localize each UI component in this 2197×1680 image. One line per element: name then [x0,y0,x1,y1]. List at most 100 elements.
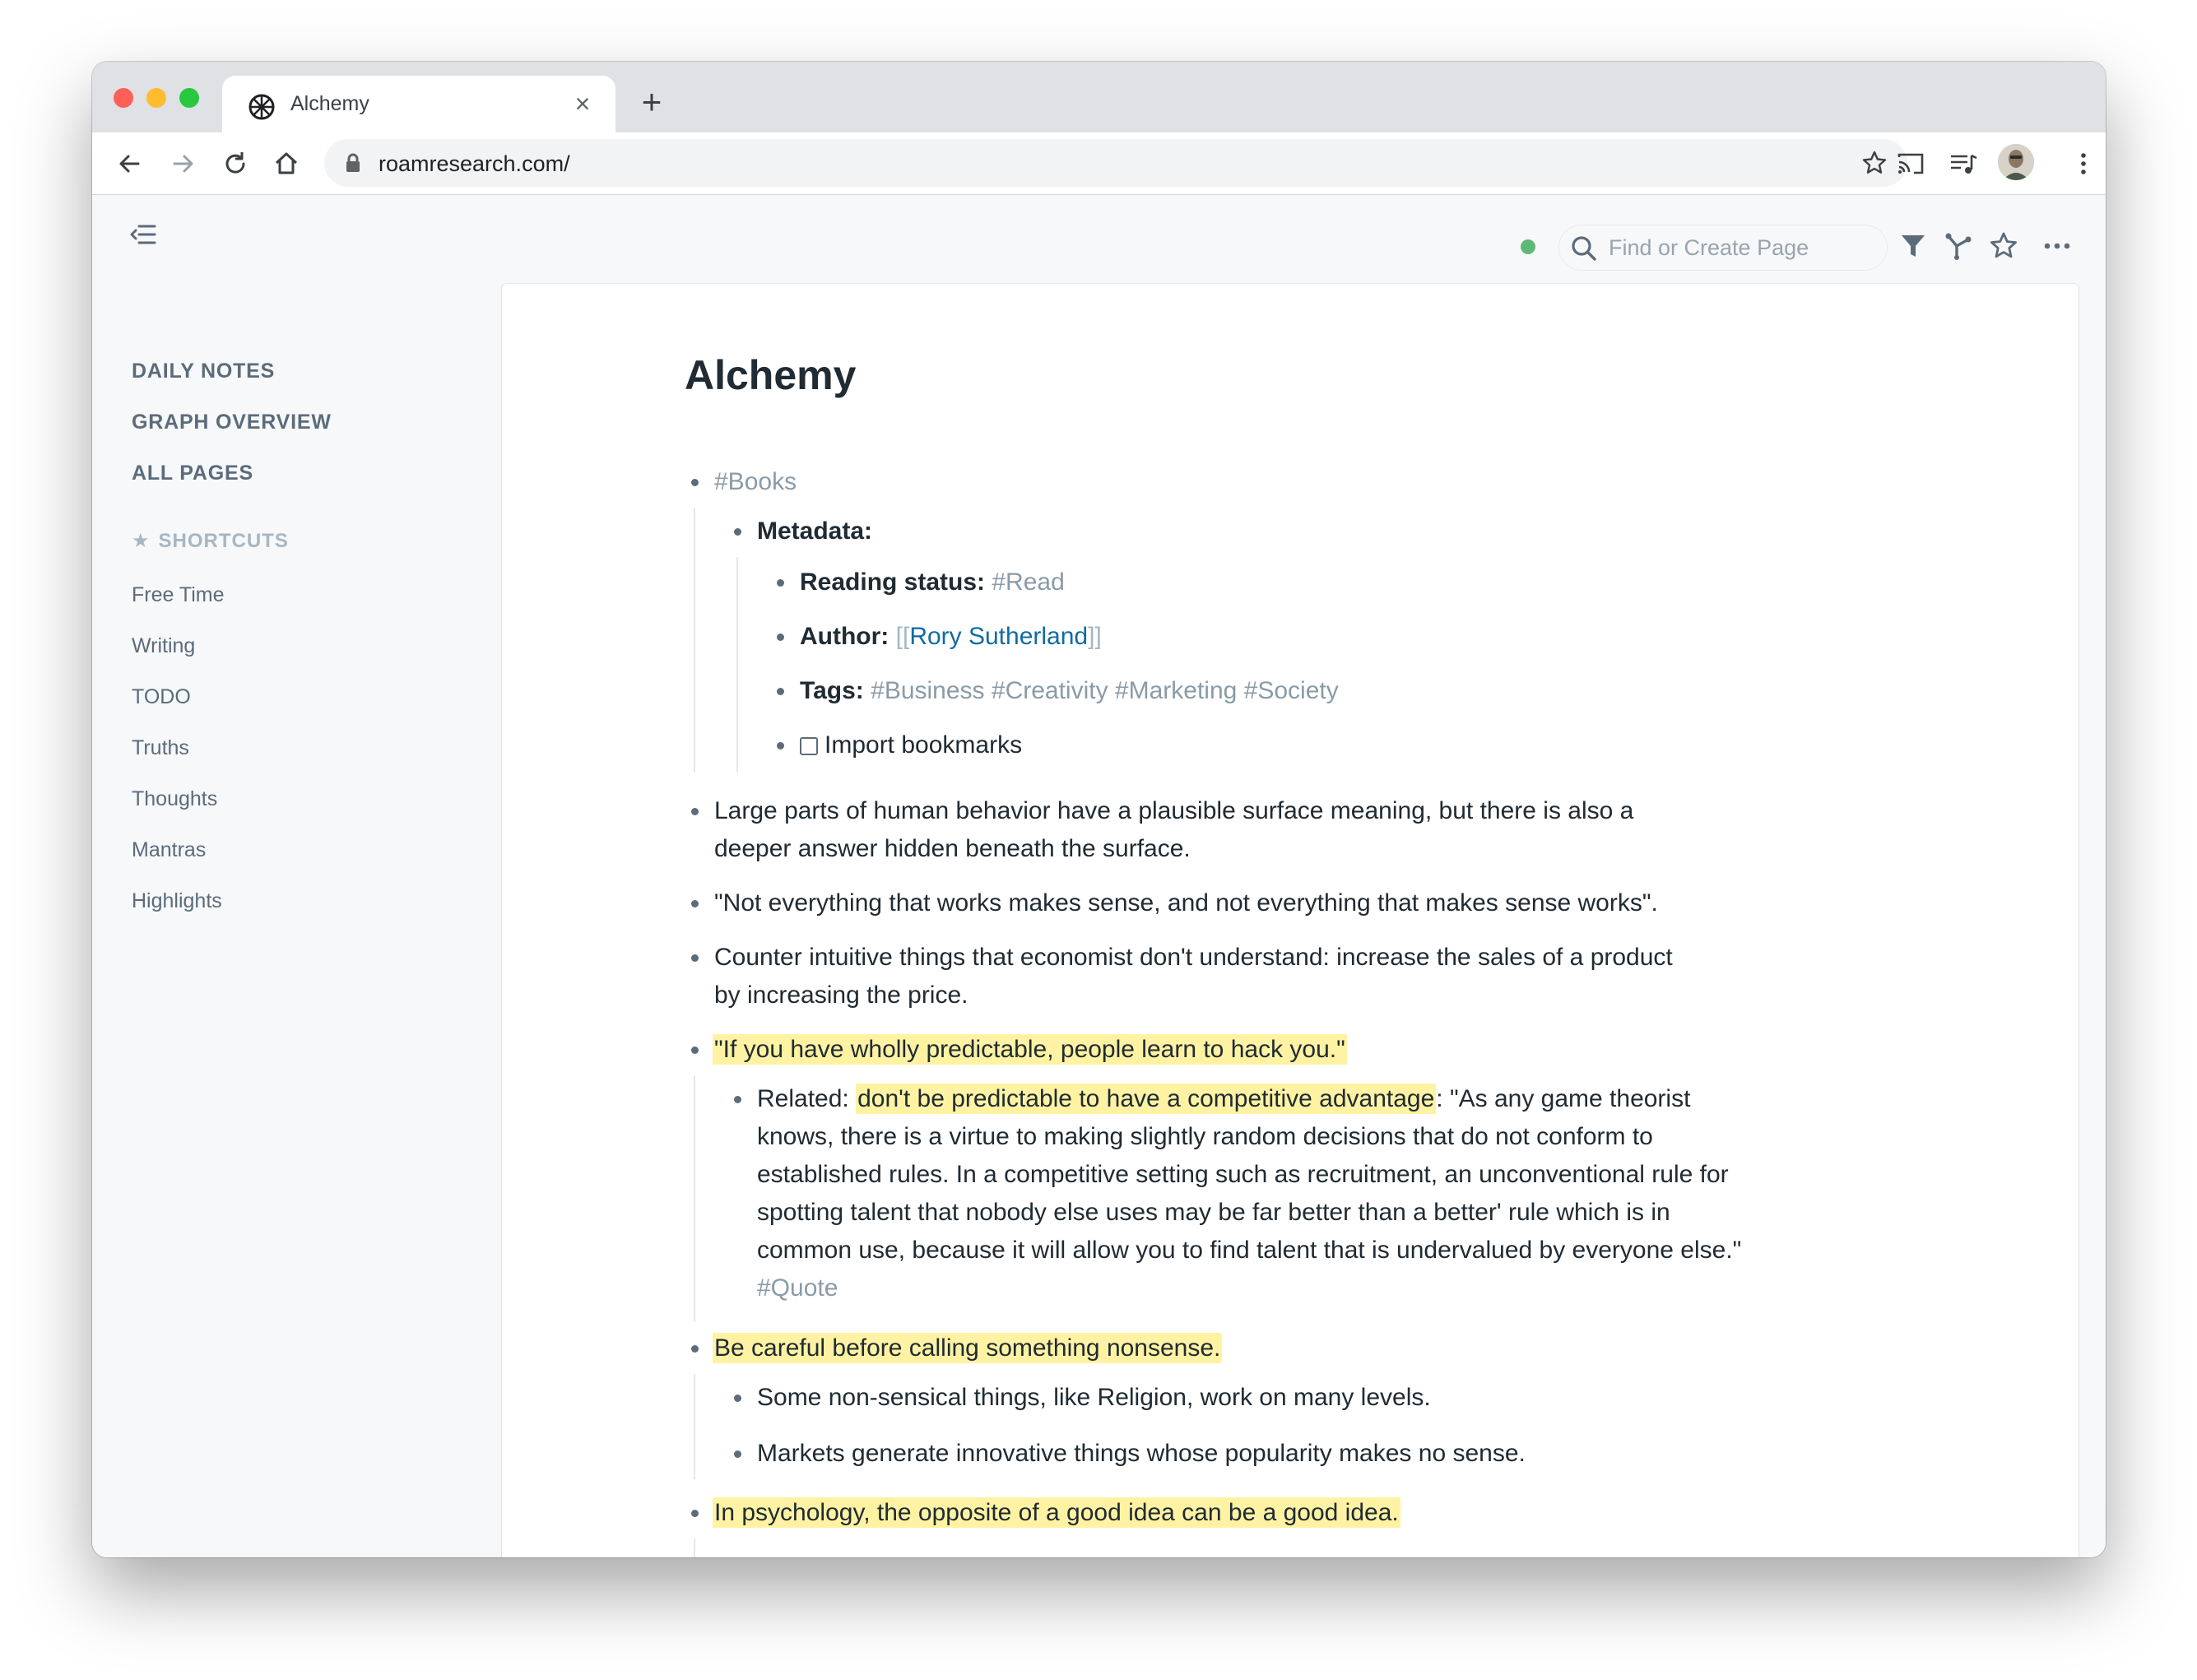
block-author[interactable]: Author: [[Rory Sutherland]] [800,618,1102,656]
roam-favicon-icon [248,94,275,120]
tag-quote[interactable]: #Quote [757,1269,1827,1307]
block-reading-status[interactable]: Reading status: #Read [800,564,1065,601]
nav-graph-overview[interactable]: GRAPH OVERVIEW [132,411,332,434]
children-guide-line [694,508,695,773]
block-text-line: by increasing the price. [714,982,968,1009]
block-todo[interactable]: Import bookmarks [800,726,1022,764]
reload-icon[interactable] [219,147,252,180]
children-guide-line [694,1374,695,1479]
block-bullet[interactable] [691,808,699,815]
block-bullet[interactable] [734,1395,741,1402]
block-not-everything[interactable]: "Not everything that works makes sense, … [714,884,1658,922]
tags-label: Tags: [800,677,864,704]
media-controls-icon[interactable] [1947,147,1980,180]
browser-menu-icon[interactable] [2067,147,2100,180]
block-text-line: Counter intuitive things that economist … [714,944,1673,971]
todo-text: Import bookmarks [824,731,1023,759]
block-bullet[interactable] [777,688,784,695]
cast-icon[interactable] [1894,147,1927,180]
block-text: "Not everything that works makes sense, … [714,889,1658,917]
star-icon: ★ [132,530,151,552]
block-books[interactable]: #Books [714,463,797,501]
block-bullet[interactable] [691,954,699,962]
block-counter-intuitive[interactable]: Counter intuitive things that economist … [714,939,1673,1014]
block-text-line: common use, because it will allow you to… [757,1237,1742,1264]
tag-list[interactable]: #Business #Creativity #Marketing #Societ… [871,677,1339,704]
shortcuts-header: ★ SHORTCUTS [132,529,289,553]
block-bullet[interactable] [777,579,784,587]
shortcut-mantras[interactable]: Mantras [132,838,206,862]
lock-icon [346,153,360,172]
new-tab-icon[interactable]: + [635,85,668,119]
tab-alchemy[interactable]: Alchemy × [222,76,615,132]
shortcut-highlights[interactable]: Highlights [132,889,222,913]
block-bullet[interactable] [777,742,784,750]
related-prefix: Related: [757,1085,857,1112]
reading-status-label: Reading status: [800,569,986,596]
block-tags[interactable]: Tags: #Business #Creativity #Marketing #… [800,672,1339,710]
link-open-bracket: [[ [895,623,910,650]
shortcut-free-time[interactable]: Free Time [132,583,225,607]
block-non-sensical[interactable]: Some non-sensical things, like Religion,… [757,1379,1431,1417]
back-icon[interactable] [114,147,146,180]
page-link-rory-sutherland[interactable]: Rory Sutherland [909,623,1088,650]
highlighted-text: Be careful before calling something nons… [713,1333,1223,1363]
forward-icon[interactable] [166,147,199,180]
close-window-button[interactable] [114,88,133,108]
tag-read[interactable]: #Read [992,569,1064,596]
graph-icon[interactable] [1944,231,1973,261]
block-text: Some non-sensical things, like Religion,… [757,1384,1431,1411]
close-tab-icon[interactable]: × [568,89,597,118]
block-be-careful[interactable]: Be careful before calling something nons… [713,1330,1223,1367]
children-guide-line [736,557,738,773]
maximize-window-button[interactable] [179,88,199,108]
block-large-parts[interactable]: Large parts of human behavior have a pla… [714,792,1633,868]
block-text-line: established rules. In a competitive sett… [757,1161,1729,1188]
shortcut-writing[interactable]: Writing [132,634,195,658]
address-bar[interactable]: roamresearch.com/ [324,139,1907,187]
block-bullet[interactable] [734,1450,741,1458]
block-bullet[interactable] [734,528,741,536]
block-bullet[interactable] [691,1510,699,1517]
block-bullet[interactable] [691,479,699,486]
nav-all-pages[interactable]: ALL PAGES [132,462,253,485]
todo-checkbox[interactable] [800,737,818,755]
block-text-line: Large parts of human behavior have a pla… [714,797,1634,824]
shortcut-truths[interactable]: Truths [132,736,189,760]
block-text-line: spotting talent that nobody else uses ma… [757,1199,1670,1226]
shortcut-thoughts[interactable]: Thoughts [132,787,217,811]
block-predictable[interactable]: "If you have wholly predictable, people … [713,1031,1347,1069]
block-bullet[interactable] [691,900,699,907]
sidebar-toggle-icon[interactable] [128,220,158,249]
shortcut-todo[interactable]: TODO [132,685,191,709]
page-title[interactable]: Alchemy [685,351,856,399]
block-bullet[interactable] [777,633,784,641]
block-text-line: Related: don't be predictable to have a … [757,1080,1827,1118]
author-label: Author: [800,623,889,650]
block-metadata[interactable]: Metadata: [757,513,872,550]
block-bullet[interactable] [734,1096,741,1103]
block-psychology[interactable]: In psychology, the opposite of a good id… [713,1494,1400,1532]
nav-daily-notes[interactable]: DAILY NOTES [132,360,275,383]
search-input[interactable] [1609,235,1872,261]
children-guide-line [694,1538,695,1557]
search-icon [1572,236,1596,261]
block-text-line: knows, there is a virtue to making sligh… [757,1123,1653,1150]
children-guide-line [694,1075,695,1322]
bookmark-star-icon[interactable] [1861,150,1888,176]
block-bullet[interactable] [691,1345,699,1353]
tag-books[interactable]: #Books [714,468,797,495]
main-page: Alchemy #Books Metadata: Reading status:… [502,284,2079,1557]
search-box[interactable] [1558,225,1888,271]
more-options-icon[interactable] [2042,231,2072,261]
home-icon[interactable] [270,147,303,180]
block-markets[interactable]: Markets generate innovative things whose… [757,1435,1526,1473]
filter-icon[interactable] [1898,231,1928,261]
sync-status-indicator [1521,239,1535,254]
favorite-star-icon[interactable] [1989,231,2018,261]
url-text: roamresearch.com/ [379,151,570,176]
minimize-window-button[interactable] [146,88,166,108]
profile-avatar[interactable] [1998,144,2034,180]
block-bullet[interactable] [691,1047,699,1054]
block-related[interactable]: Related: don't be predictable to have a … [757,1080,1827,1307]
